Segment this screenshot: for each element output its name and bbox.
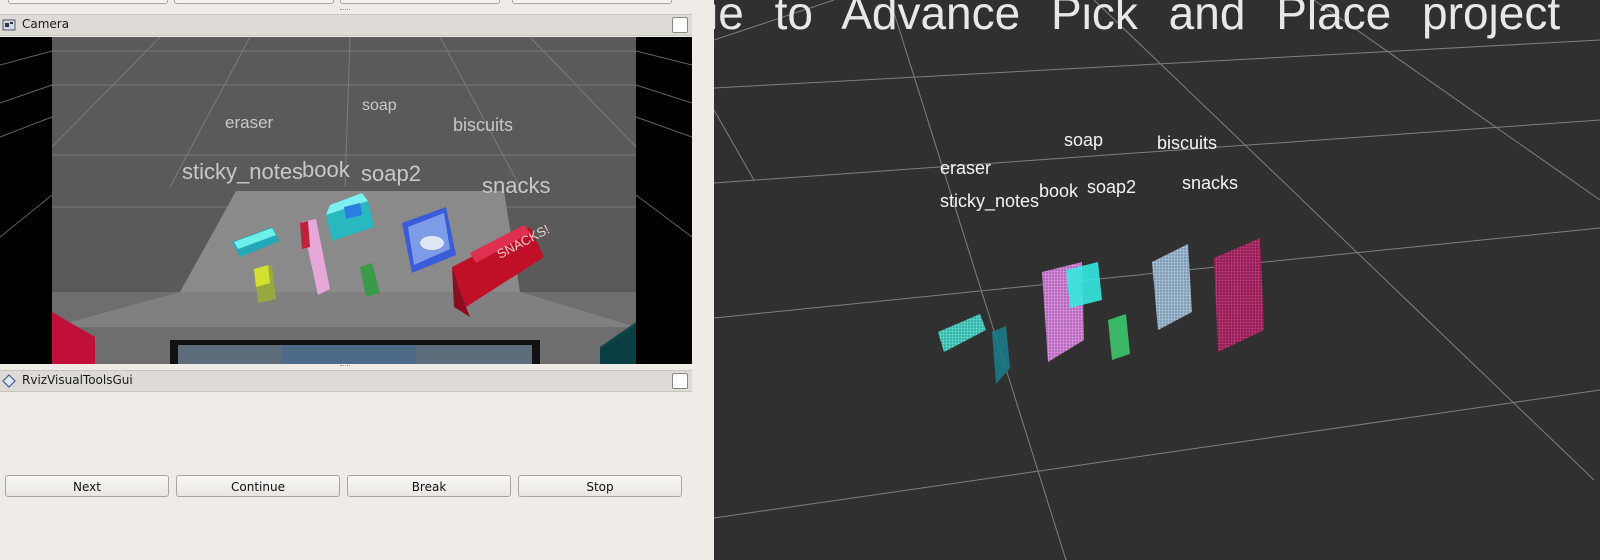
point-clouds <box>938 238 1264 384</box>
left-dock-area: Camera SNACKS! eraser soap biscuits stic… <box>0 0 700 560</box>
main-splitter[interactable] <box>700 0 714 560</box>
top-button-4[interactable] <box>512 0 672 4</box>
dock-splitter-handle[interactable] <box>340 365 350 368</box>
camera-label-soap2: soap2 <box>361 161 421 186</box>
viewport-banner-text: ie to Advance Pick and Place project <box>714 0 1561 39</box>
top-button-3[interactable] <box>340 0 500 4</box>
viewport-label-soap: soap <box>1064 130 1104 150</box>
camera-label-sticky-notes: sticky_notes <box>182 159 304 184</box>
continue-button[interactable]: Continue <box>176 475 340 497</box>
camera-panel-float-button[interactable] <box>672 17 688 33</box>
tools-panel-title: RvizVisualToolsGui <box>22 373 133 387</box>
camera-panel-header: Camera <box>0 14 692 36</box>
diamond-icon <box>2 374 16 388</box>
viewport-label-soap2: soap2 <box>1087 177 1137 197</box>
camera-image-view: SNACKS! eraser soap biscuits sticky_note… <box>0 37 692 364</box>
viewport-label-snacks: snacks <box>1182 173 1239 193</box>
top-button-2[interactable] <box>174 0 334 4</box>
top-button-row <box>0 0 700 8</box>
tools-panel-float-button[interactable] <box>672 373 688 389</box>
camera-label-snacks: snacks <box>482 173 551 198</box>
camera-label-eraser: eraser <box>225 113 274 132</box>
tools-panel-header: RvizVisualToolsGui <box>0 370 692 392</box>
break-button[interactable]: Break <box>347 475 511 497</box>
viewport-label-biscuits: biscuits <box>1157 133 1218 153</box>
camera-label-biscuits: biscuits <box>453 115 514 135</box>
viewport-grid <box>714 0 1600 560</box>
viewport-label-book: book <box>1039 181 1079 201</box>
viewport-label-sticky-notes: sticky_notes <box>940 191 1040 211</box>
splitter-handle[interactable] <box>340 9 350 12</box>
rviz-3d-viewport[interactable]: ie to Advance Pick and Place project era… <box>714 0 1600 560</box>
camera-icon <box>2 19 16 31</box>
camera-label-soap: soap <box>362 97 397 114</box>
next-button[interactable]: Next <box>5 475 169 497</box>
camera-panel-title: Camera <box>22 17 70 31</box>
viewport-label-eraser: eraser <box>940 158 992 178</box>
stop-button[interactable]: Stop <box>518 475 682 497</box>
top-button-1[interactable] <box>8 0 168 4</box>
camera-margin-grid <box>0 50 692 364</box>
camera-label-book: book <box>302 157 350 182</box>
